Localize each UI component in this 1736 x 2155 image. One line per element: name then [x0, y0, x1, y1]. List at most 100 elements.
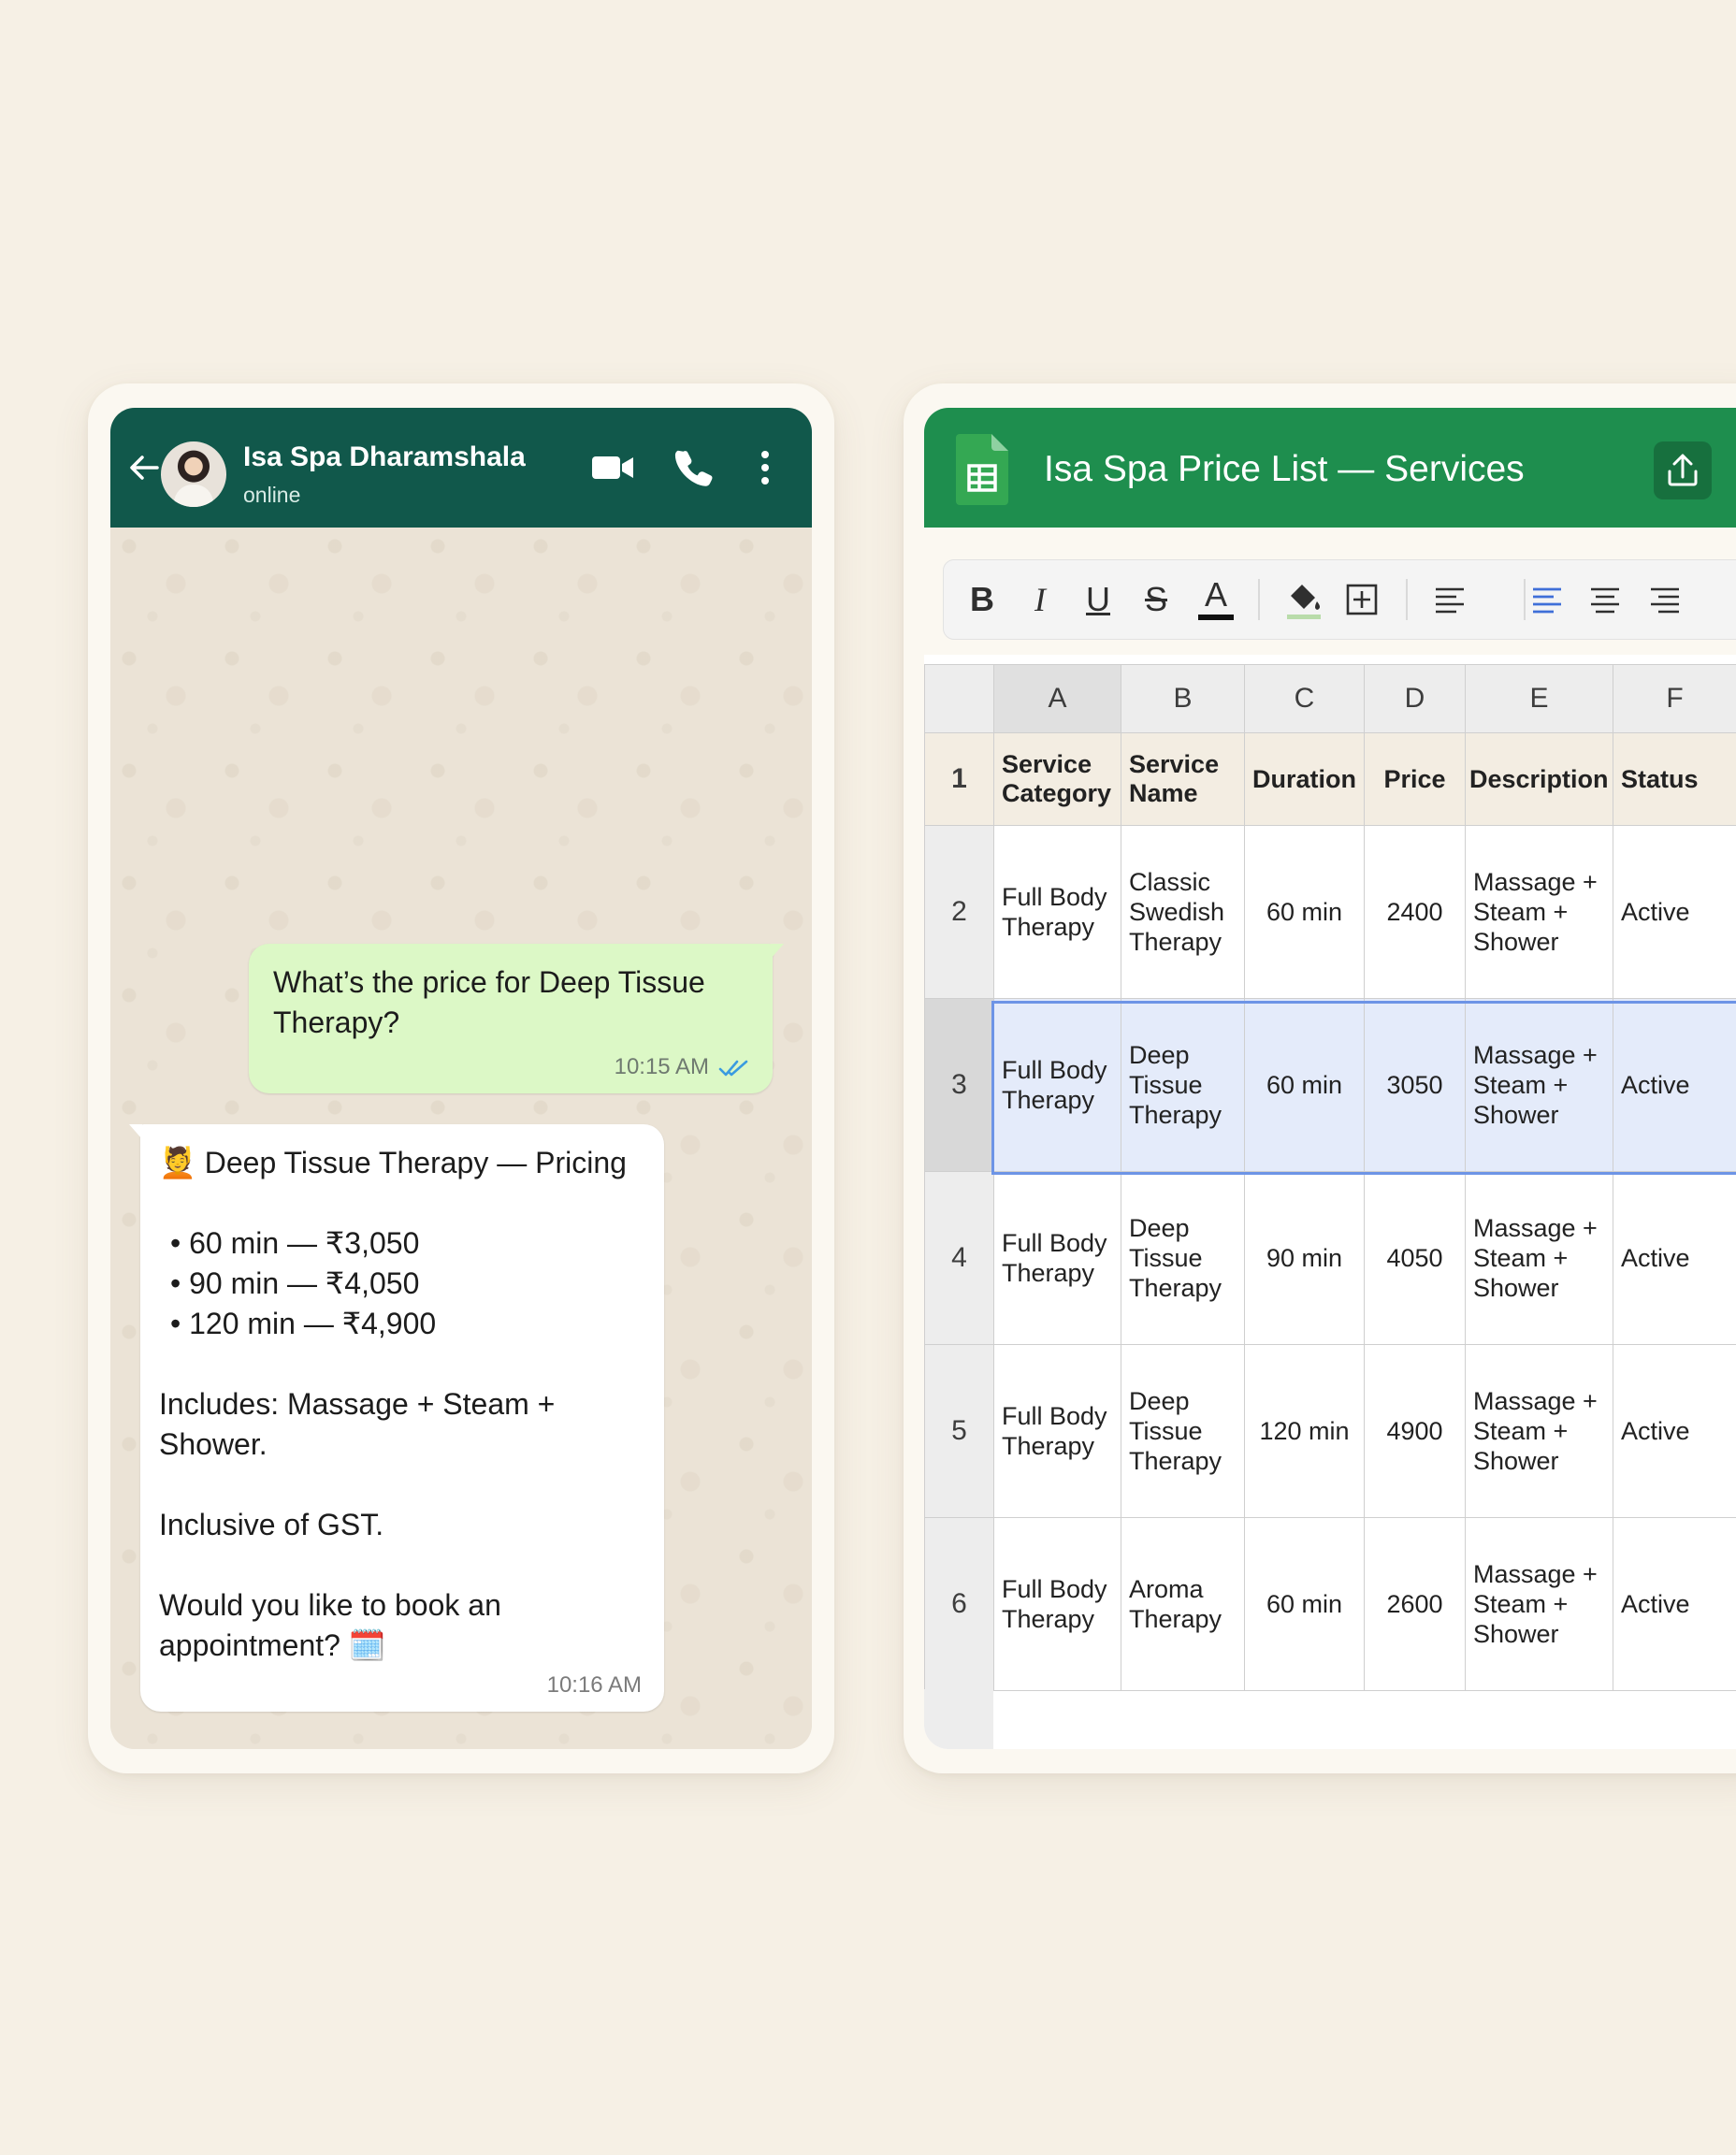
cell[interactable]: 60 min	[1244, 1517, 1365, 1691]
whatsapp-chat-screen: Isa Spa Dharamshala online What’s the pr…	[110, 408, 812, 1749]
cell[interactable]: Full Body Therapy	[993, 1171, 1121, 1345]
cell[interactable]: Massage + Steam + Shower	[1465, 998, 1613, 1172]
gst-text: Inclusive of GST.	[159, 1508, 384, 1541]
row-number[interactable]: 6	[924, 1517, 994, 1691]
borders-icon	[1346, 584, 1378, 615]
cell[interactable]: Active	[1613, 1517, 1736, 1691]
pricing-heading: 💆 Deep Tissue Therapy — Pricing	[159, 1146, 627, 1179]
outgoing-message[interactable]: What’s the price for Deep Tissue Therapy…	[249, 944, 784, 1093]
cell[interactable]: Massage + Steam + Shower	[1465, 1344, 1613, 1518]
cell[interactable]: Service Category	[993, 732, 1121, 826]
cell[interactable]: 90 min	[1244, 1171, 1365, 1345]
cell[interactable]: 60 min	[1244, 998, 1365, 1172]
table-row: 5 Full Body Therapy Deep Tissue Therapy …	[924, 1344, 1736, 1518]
row-number[interactable]: 5	[924, 1344, 994, 1518]
whatsapp-card: Isa Spa Dharamshala online What’s the pr…	[88, 383, 834, 1773]
cell[interactable]: Massage + Steam + Shower	[1465, 1171, 1613, 1345]
header-row: 1 Service Category Service Name Duration…	[924, 732, 1736, 826]
cell[interactable]: Status	[1613, 732, 1736, 826]
strikethrough-button[interactable]: S	[1131, 573, 1181, 626]
column-header-d[interactable]: D	[1364, 664, 1466, 733]
phone-icon[interactable]	[673, 447, 715, 488]
contact-status: online	[243, 483, 301, 507]
sheets-logo-icon	[956, 434, 1008, 505]
table-row: 6 Full Body Therapy Aroma Therapy 60 min…	[924, 1517, 1736, 1691]
row-number[interactable]: 1	[924, 732, 994, 826]
cell[interactable]: Full Body Therapy	[993, 825, 1121, 999]
sheet-title[interactable]: Isa Spa Price List — Services	[1044, 449, 1525, 490]
row-number[interactable]: 4	[924, 1171, 994, 1345]
select-all-corner[interactable]	[924, 664, 994, 733]
align-center-button[interactable]	[1580, 573, 1630, 626]
row-number[interactable]: 3	[924, 998, 994, 1172]
spreadsheet-screen: Isa Spa Price List — Services B I U S A	[924, 408, 1736, 1749]
row-number[interactable]: 2	[924, 825, 994, 999]
format-toolbar: B I U S A	[943, 559, 1736, 640]
cell[interactable]: Price	[1364, 732, 1466, 826]
back-arrow-icon[interactable]	[125, 449, 163, 486]
includes-text: Includes: Massage + Steam + Shower.	[159, 1387, 556, 1461]
outgoing-message-time: 10:15 AM	[614, 1054, 709, 1079]
cell[interactable]: Active	[1613, 998, 1736, 1172]
cell[interactable]: Deep Tissue Therapy	[1121, 1344, 1245, 1518]
text-color-button[interactable]: A	[1191, 573, 1241, 626]
incoming-message[interactable]: 💆 Deep Tissue Therapy — Pricing • 60 min…	[129, 1124, 664, 1712]
align-left-button[interactable]	[1425, 573, 1475, 626]
cell[interactable]: Massage + Steam + Shower	[1465, 1517, 1613, 1691]
cell[interactable]: Full Body Therapy	[993, 998, 1121, 1172]
cell[interactable]: Description	[1465, 732, 1613, 826]
table-row: 2 Full Body Therapy Classic Swedish Ther…	[924, 825, 1736, 999]
avatar[interactable]	[161, 441, 226, 507]
cell[interactable]: Deep Tissue Therapy	[1121, 998, 1245, 1172]
paint-bucket-icon	[1287, 585, 1321, 619]
borders-button[interactable]	[1337, 573, 1387, 626]
cell[interactable]: Active	[1613, 825, 1736, 999]
row-gutter	[924, 1689, 993, 1749]
video-call-icon[interactable]	[589, 449, 636, 486]
cell[interactable]: 3050	[1364, 998, 1466, 1172]
align-left-active-button[interactable]	[1522, 573, 1572, 626]
sheet-header: Isa Spa Price List — Services	[924, 408, 1736, 528]
align-right-icon	[1651, 587, 1679, 614]
align-right-button[interactable]	[1640, 573, 1690, 626]
cell[interactable]: Full Body Therapy	[993, 1344, 1121, 1518]
chat-header: Isa Spa Dharamshala online	[110, 408, 812, 528]
cell[interactable]: Active	[1613, 1344, 1736, 1518]
column-header-f[interactable]: F	[1613, 664, 1736, 733]
align-left-icon	[1533, 587, 1561, 614]
cell[interactable]: Active	[1613, 1171, 1736, 1345]
align-center-icon	[1591, 587, 1619, 614]
underline-button[interactable]: U	[1073, 573, 1123, 626]
more-vert-icon[interactable]	[756, 447, 774, 488]
column-header-e[interactable]: E	[1465, 664, 1613, 733]
incoming-message-text: 💆 Deep Tissue Therapy — Pricing • 60 min…	[159, 1143, 655, 1666]
sheets-card: Isa Spa Price List — Services B I U S A	[904, 383, 1736, 1773]
cell[interactable]: Aroma Therapy	[1121, 1517, 1245, 1691]
cell[interactable]: Full Body Therapy	[993, 1517, 1121, 1691]
align-left-icon	[1436, 587, 1464, 614]
cell[interactable]: 60 min	[1244, 825, 1365, 999]
cell[interactable]: 2400	[1364, 825, 1466, 999]
share-icon	[1668, 454, 1698, 486]
cell[interactable]: 120 min	[1244, 1344, 1365, 1518]
share-button[interactable]	[1654, 441, 1712, 499]
column-header-a[interactable]: A	[993, 664, 1121, 733]
bold-button[interactable]: B	[957, 573, 1007, 626]
cell[interactable]: Massage + Steam + Shower	[1465, 825, 1613, 999]
price-bullet: • 90 min — ₹4,050	[170, 1266, 420, 1300]
fill-color-button[interactable]	[1279, 573, 1329, 626]
cell[interactable]: Duration	[1244, 732, 1365, 826]
cell[interactable]: 2600	[1364, 1517, 1466, 1691]
contact-name[interactable]: Isa Spa Dharamshala	[243, 441, 526, 473]
cell[interactable]: Deep Tissue Therapy	[1121, 1171, 1245, 1345]
double-check-icon	[718, 1060, 748, 1077]
italic-button[interactable]: I	[1015, 573, 1065, 626]
table-row: 4 Full Body Therapy Deep Tissue Therapy …	[924, 1171, 1736, 1345]
column-header-b[interactable]: B	[1121, 664, 1245, 733]
cell[interactable]: 4900	[1364, 1344, 1466, 1518]
cell[interactable]: 4050	[1364, 1171, 1466, 1345]
cell[interactable]: Classic Swedish Therapy	[1121, 825, 1245, 999]
spreadsheet-grid: A B C D E F 1 Service Category Service N…	[924, 664, 1736, 1691]
column-header-c[interactable]: C	[1244, 664, 1365, 733]
cell[interactable]: Service Name	[1121, 732, 1245, 826]
